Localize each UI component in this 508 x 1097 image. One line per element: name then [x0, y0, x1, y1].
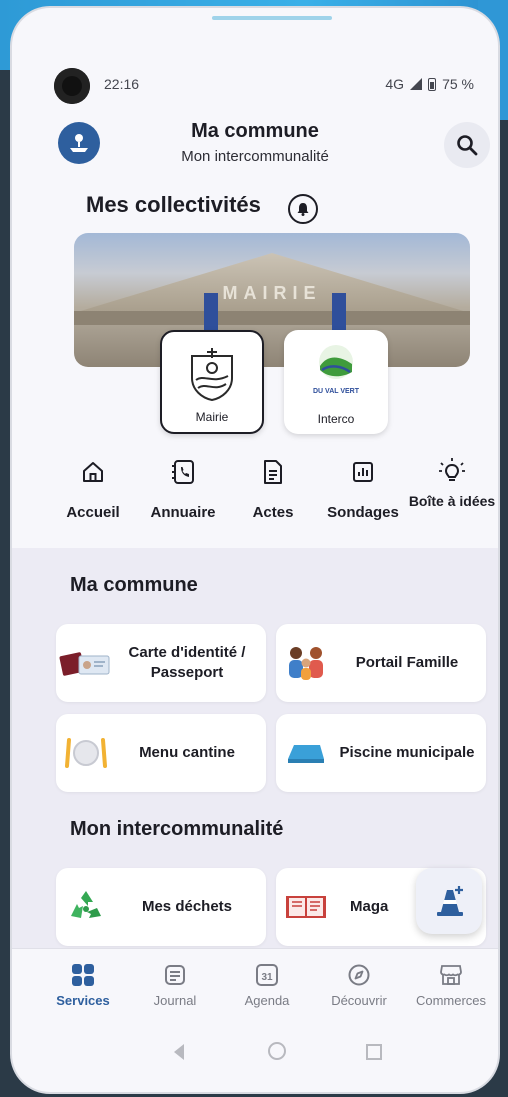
document-icon: [264, 460, 282, 484]
battery-icon: [428, 77, 437, 91]
recycle-icon: [71, 891, 101, 918]
tile-label: Piscine municipale: [339, 744, 475, 761]
tab-label: Journal: [153, 993, 197, 1008]
grid-icon: [72, 964, 94, 986]
calendar-icon: 31: [256, 964, 278, 986]
banner-cornice: [74, 311, 470, 325]
section-title-ma-commune: Ma commune: [70, 574, 198, 596]
tab-commerces[interactable]: Commerces: [404, 961, 498, 1008]
tile-label: Menu cantine: [139, 744, 235, 761]
report-issue-fab[interactable]: [416, 868, 482, 934]
calendar-badge: 31: [261, 972, 273, 983]
search-button[interactable]: [444, 122, 490, 168]
bottom-tab-bar: Services Journal 31 Agenda Découvrir Com…: [12, 948, 498, 1028]
lightbulb-icon: [439, 458, 465, 481]
compass-icon: [348, 964, 370, 986]
shop-icon: [440, 965, 462, 985]
tile-label: Mes déchets: [141, 898, 233, 915]
mairie-banner-image: MAIRIE: [74, 233, 470, 367]
tile-label: Portail Famille: [355, 654, 459, 671]
tile-label: Carte d'identité / Passeport: [128, 644, 246, 681]
interco-logo-text: DU VAL VERT: [312, 388, 360, 395]
card-label: Interco: [317, 412, 355, 426]
quick-nav: Accueil Annuaire Actes Sondages Boîte à …: [12, 454, 498, 544]
status-bar: 22:16 4G 75 %: [12, 70, 498, 98]
quicknav-accueil[interactable]: Accueil: [48, 454, 138, 522]
app-header: Ma commune Mon intercommunalité: [12, 116, 498, 176]
tab-decouvrir[interactable]: Découvrir: [314, 961, 404, 1008]
home-circle-icon[interactable]: [268, 1042, 286, 1060]
notification-bell-button[interactable]: [288, 194, 318, 224]
battery-level: 75 %: [442, 76, 474, 92]
status-time: 22:16: [104, 76, 140, 92]
tab-services[interactable]: Services: [38, 961, 128, 1008]
collectivites-title: Mes collectivités: [86, 192, 261, 217]
tile-carte-identite[interactable]: Carte d'identité / Passeport: [56, 624, 266, 702]
pool-icon: [288, 745, 324, 763]
quicknav-annuaire[interactable]: Annuaire: [138, 454, 228, 522]
tab-label: Découvrir: [331, 993, 387, 1008]
quicknav-label: Actes: [252, 504, 294, 521]
tab-label: Services: [56, 993, 110, 1008]
quicknav-actes[interactable]: Actes: [228, 454, 318, 522]
banner-mairie-text: MAIRIE: [222, 283, 322, 303]
tab-label: Agenda: [244, 993, 290, 1008]
top-handle: [212, 16, 332, 20]
header-subtitle[interactable]: Mon intercommunalité: [12, 148, 498, 165]
tab-label: Commerces: [415, 993, 487, 1008]
header-title: Ma commune: [191, 120, 319, 142]
recents-icon[interactable]: [366, 1044, 382, 1060]
quicknav-label: Boîte à idées: [408, 493, 496, 509]
section-title-mon-intercommunalite: Mon intercommunalité: [70, 818, 284, 840]
signal-icon: [410, 78, 423, 90]
quicknav-boite-a-idees[interactable]: Boîte à idées: [408, 454, 496, 510]
status-indicators: 4G 75 %: [385, 70, 474, 98]
phone-book-icon: [172, 460, 194, 484]
poll-chart-icon: [353, 462, 373, 482]
family-icon: [289, 647, 323, 680]
traffic-cone-plus-icon: [437, 886, 463, 916]
system-nav-bar: [12, 1034, 498, 1074]
phone-screen: 22:16 4G 75 % Ma commune Mon intercommun…: [12, 8, 498, 1092]
bell-icon: [297, 203, 309, 216]
quicknav-sondages[interactable]: Sondages: [318, 454, 408, 522]
journal-icon: [165, 965, 185, 985]
search-icon: [457, 135, 478, 156]
magazine-icon: [286, 896, 326, 918]
collectivite-card-interco[interactable]: DU VAL VERT Interco: [284, 330, 388, 434]
tile-mes-dechets[interactable]: Mes déchets: [56, 868, 266, 946]
tab-agenda[interactable]: 31 Agenda: [222, 961, 312, 1008]
tile-portail-famille[interactable]: Portail Famille: [276, 624, 486, 702]
quicknav-label: Accueil: [66, 504, 120, 521]
quicknav-label: Sondages: [327, 504, 399, 521]
back-icon[interactable]: [174, 1044, 184, 1060]
interco-logo-icon: [319, 345, 353, 379]
collectivite-card-mairie[interactable]: Mairie: [160, 330, 264, 434]
quicknav-label: Annuaire: [150, 504, 216, 521]
card-label: Mairie: [195, 410, 229, 424]
mairie-crest-icon: [191, 348, 233, 402]
tile-menu-cantine[interactable]: Menu cantine: [56, 714, 266, 792]
network-label: 4G: [385, 76, 405, 92]
tile-piscine-municipale[interactable]: Piscine municipale: [276, 714, 486, 792]
id-card-icon: [59, 652, 110, 676]
home-icon: [83, 462, 103, 482]
tab-journal[interactable]: Journal: [130, 961, 220, 1008]
cutlery-plate-icon: [65, 738, 107, 768]
